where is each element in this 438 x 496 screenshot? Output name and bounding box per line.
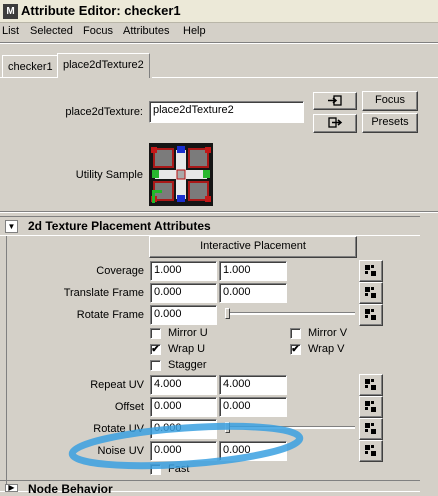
rotate-uv-map-button[interactable] (359, 418, 383, 440)
section-node-behavior-title: Node Behavior (28, 482, 113, 496)
translate-frame-v-field[interactable]: 0.000 (219, 283, 287, 303)
map-checker-icon (365, 265, 376, 276)
noise-uv-label: Noise UV (97, 445, 144, 457)
select-output-button[interactable] (313, 114, 357, 133)
tab-checker1[interactable]: checker1 (2, 55, 59, 77)
mirror-u-label: Mirror U (168, 327, 208, 339)
menu-focus[interactable]: Focus (83, 25, 113, 37)
maya-app-icon: M (3, 4, 18, 19)
node-name-field[interactable]: place2dTexture2 (149, 101, 304, 123)
wrap-u-label: Wrap U (168, 343, 206, 355)
map-checker-icon (365, 445, 376, 456)
interactive-placement-button[interactable]: Interactive Placement (149, 236, 357, 258)
node-type-label: place2dTexture: (65, 106, 143, 118)
utility-sample-swatch[interactable] (149, 143, 213, 206)
window-title: Attribute Editor: checker1 (21, 3, 181, 18)
tab-place2dtexture2[interactable]: place2dTexture2 (57, 53, 150, 78)
repeat-uv-label: Repeat UV (90, 379, 144, 391)
menu-list[interactable]: List (2, 25, 19, 37)
fast-checkbox[interactable] (150, 464, 161, 475)
coverage-map-button[interactable] (359, 260, 383, 282)
vertical-scrollbar[interactable] (420, 216, 438, 492)
rotate-uv-slider-thumb[interactable] (225, 422, 230, 433)
mirror-u-checkbox[interactable] (150, 328, 161, 339)
presets-button[interactable]: Presets (362, 113, 418, 133)
section-left-rule (6, 236, 7, 492)
wrap-v-checkbox[interactable]: ✔ (290, 344, 301, 355)
menu-attributes[interactable]: Attributes (123, 25, 169, 37)
map-checker-icon (365, 379, 376, 390)
mirror-v-label: Mirror V (308, 327, 348, 339)
map-checker-icon (365, 309, 376, 320)
translate-frame-map-button[interactable] (359, 282, 383, 304)
wrap-u-checkbox[interactable]: ✔ (150, 344, 161, 355)
offset-label: Offset (114, 401, 144, 413)
noise-uv-map-button[interactable] (359, 440, 383, 462)
mirror-v-checkbox[interactable] (290, 328, 301, 339)
coverage-v-field[interactable]: 1.000 (219, 261, 287, 281)
header-divider-highlight (0, 212, 438, 213)
offset-map-button[interactable] (359, 396, 383, 418)
repeat-uv-u-field[interactable]: 4.000 (150, 375, 217, 395)
place2d-swatch-icon (149, 143, 213, 206)
rotate-frame-map-button[interactable] (359, 304, 383, 326)
offset-u-field[interactable]: 0.000 (150, 397, 217, 417)
expand-arrow-icon[interactable]: ▶ (5, 484, 18, 492)
stagger-label: Stagger (168, 359, 207, 371)
wrap-v-label: Wrap V (308, 343, 345, 355)
menu-help[interactable]: Help (183, 25, 206, 37)
offset-v-field[interactable]: 0.000 (219, 397, 287, 417)
tab-baseline-left (0, 77, 57, 78)
map-checker-icon (365, 423, 376, 434)
menu-divider-highlight (0, 43, 438, 44)
coverage-u-field[interactable]: 1.000 (150, 261, 217, 281)
map-checker-icon (365, 401, 376, 412)
section-2d-placement-title: 2d Texture Placement Attributes (28, 219, 211, 233)
focus-button[interactable]: Focus (362, 91, 418, 111)
rotate-uv-slider[interactable] (225, 426, 355, 429)
translate-frame-u-field[interactable]: 0.000 (150, 283, 217, 303)
map-checker-icon (365, 287, 376, 298)
noise-uv-u-field[interactable]: 0.000 (150, 441, 217, 461)
menu-bar: List Selected Focus Attributes Help (0, 23, 438, 42)
repeat-uv-v-field[interactable]: 4.000 (219, 375, 287, 395)
menu-selected[interactable]: Selected (30, 25, 73, 37)
tab-baseline-right (152, 77, 438, 78)
utility-sample-label: Utility Sample (75, 169, 143, 181)
rotate-uv-label: Rotate UV (93, 423, 144, 435)
noise-uv-v-field[interactable]: 0.000 (219, 441, 287, 461)
rotate-frame-slider-thumb[interactable] (225, 308, 230, 319)
title-bar: M Attribute Editor: checker1 (0, 0, 438, 23)
input-connection-icon (328, 95, 342, 106)
rotate-frame-field[interactable]: 0.000 (150, 305, 217, 325)
rotate-uv-field[interactable]: 0.000 (150, 419, 217, 439)
repeat-uv-map-button[interactable] (359, 374, 383, 396)
coverage-label: Coverage (96, 265, 144, 277)
select-input-button[interactable] (313, 92, 357, 110)
stagger-checkbox[interactable] (150, 360, 161, 371)
rotate-frame-slider[interactable] (225, 312, 355, 315)
output-connection-icon (328, 117, 343, 128)
translate-frame-label: Translate Frame (63, 287, 144, 299)
collapse-arrow-icon[interactable]: ▼ (5, 220, 18, 233)
fast-label: Fast (168, 463, 190, 475)
rotate-frame-label: Rotate Frame (76, 309, 144, 321)
